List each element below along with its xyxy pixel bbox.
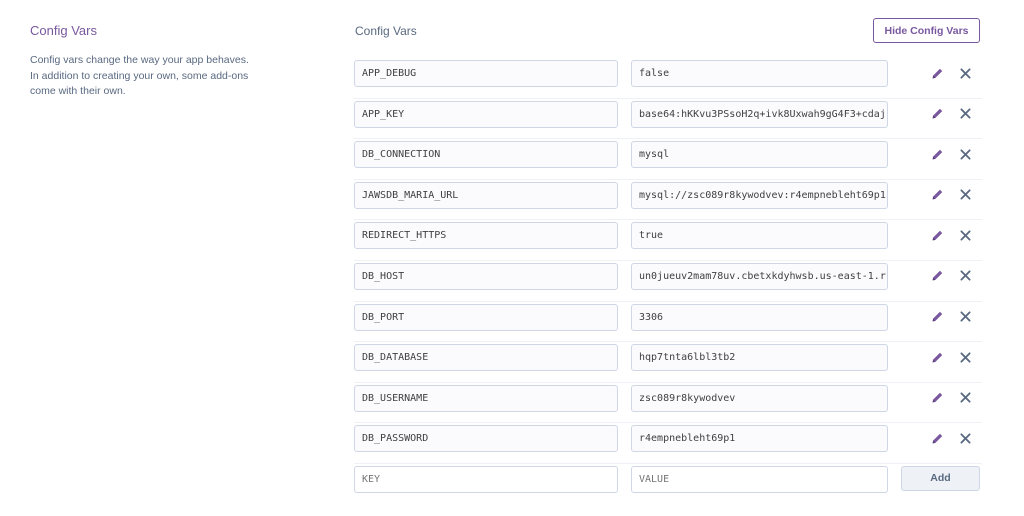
new-value-input[interactable]	[631, 465, 888, 493]
new-key-input[interactable]	[354, 465, 618, 493]
close-icon[interactable]	[956, 267, 974, 285]
config-var-key[interactable]: APP_KEY	[354, 100, 618, 128]
pencil-icon[interactable]	[928, 348, 946, 366]
close-icon[interactable]	[956, 64, 974, 82]
pencil-icon[interactable]	[928, 145, 946, 163]
close-icon[interactable]	[956, 145, 974, 163]
config-var-row: DB_CONNECTION mysql	[354, 139, 982, 180]
close-icon[interactable]	[956, 186, 974, 204]
config-var-row: APP_KEY base64:hKKvu3PSsoH2q+ivk8Uxwah9g…	[354, 99, 982, 140]
config-vars-info: Config Vars Config vars change the way y…	[30, 22, 260, 100]
section-description: Config vars change the way your app beha…	[30, 54, 249, 97]
new-config-var-row: Add	[354, 464, 982, 505]
config-var-key[interactable]: APP_DEBUG	[354, 60, 618, 87]
config-var-value[interactable]: hqp7tnta6lbl3tb2	[631, 344, 888, 372]
config-var-key[interactable]: DB_HOST	[354, 262, 618, 290]
section-title: Config Vars	[30, 23, 97, 38]
close-icon[interactable]	[956, 308, 974, 326]
pencil-icon[interactable]	[928, 267, 946, 285]
config-var-key[interactable]: DB_DATABASE	[354, 344, 618, 372]
close-icon[interactable]	[956, 389, 974, 407]
config-var-list: APP_DEBUG false APP_KEY base64:hKKvu3PSs…	[354, 58, 982, 464]
pencil-icon[interactable]	[928, 186, 946, 204]
close-icon[interactable]	[956, 226, 974, 244]
config-var-key[interactable]: JAWSDB_MARIA_URL	[354, 181, 618, 209]
config-var-key[interactable]: DB_PORT	[354, 303, 618, 331]
config-var-value[interactable]: true	[631, 222, 888, 250]
config-var-row: DB_PASSWORD r4empnebleht69p1	[354, 423, 982, 464]
hide-config-vars-button[interactable]: Hide Config Vars	[873, 18, 980, 43]
config-var-row: APP_DEBUG false	[354, 58, 982, 99]
close-icon[interactable]	[956, 105, 974, 123]
pencil-icon[interactable]	[928, 429, 946, 447]
pencil-icon[interactable]	[928, 389, 946, 407]
config-var-value[interactable]: mysql	[631, 141, 888, 169]
config-var-key[interactable]: REDIRECT_HTTPS	[354, 222, 618, 250]
pencil-icon[interactable]	[928, 226, 946, 244]
close-icon[interactable]	[956, 348, 974, 366]
config-var-row: DB_PORT 3306	[354, 302, 982, 343]
config-var-row: DB_HOST un0jueuv2mam78uv.cbetxkdyhwsb.us…	[354, 261, 982, 302]
config-var-value[interactable]: base64:hKKvu3PSsoH2q+ivk8Uxwah9gG4F3+cda…	[631, 100, 888, 128]
panel-title: Config Vars	[355, 24, 417, 38]
config-var-key[interactable]: DB_USERNAME	[354, 384, 618, 412]
config-var-value[interactable]: 3306	[631, 303, 888, 331]
config-vars-page: Config Vars Config vars change the way y…	[0, 0, 1024, 516]
pencil-icon[interactable]	[928, 64, 946, 82]
config-var-row: DB_DATABASE hqp7tnta6lbl3tb2	[354, 342, 982, 383]
config-var-row: JAWSDB_MARIA_URL mysql://zsc089r8kywodve…	[354, 180, 982, 221]
config-var-key[interactable]: DB_CONNECTION	[354, 141, 618, 169]
panel-header: Config Vars Hide Config Vars	[354, 16, 982, 58]
close-icon[interactable]	[956, 429, 974, 447]
config-var-value[interactable]: un0jueuv2mam78uv.cbetxkdyhwsb.us-east-1.…	[631, 262, 888, 290]
config-var-row: REDIRECT_HTTPS true	[354, 220, 982, 261]
config-var-value[interactable]: false	[631, 60, 888, 87]
config-var-key[interactable]: DB_PASSWORD	[354, 425, 618, 453]
add-config-var-button[interactable]: Add	[901, 465, 980, 491]
pencil-icon[interactable]	[928, 105, 946, 123]
config-var-value[interactable]: r4empnebleht69p1	[631, 425, 888, 453]
config-var-row: DB_USERNAME zsc089r8kywodvev	[354, 383, 982, 424]
pencil-icon[interactable]	[928, 308, 946, 326]
config-vars-panel: Config Vars Hide Config Vars APP_DEBUG f…	[354, 16, 982, 505]
config-var-value[interactable]: zsc089r8kywodvev	[631, 384, 888, 412]
config-var-value[interactable]: mysql://zsc089r8kywodvev:r4empnebleht69p…	[631, 181, 888, 209]
